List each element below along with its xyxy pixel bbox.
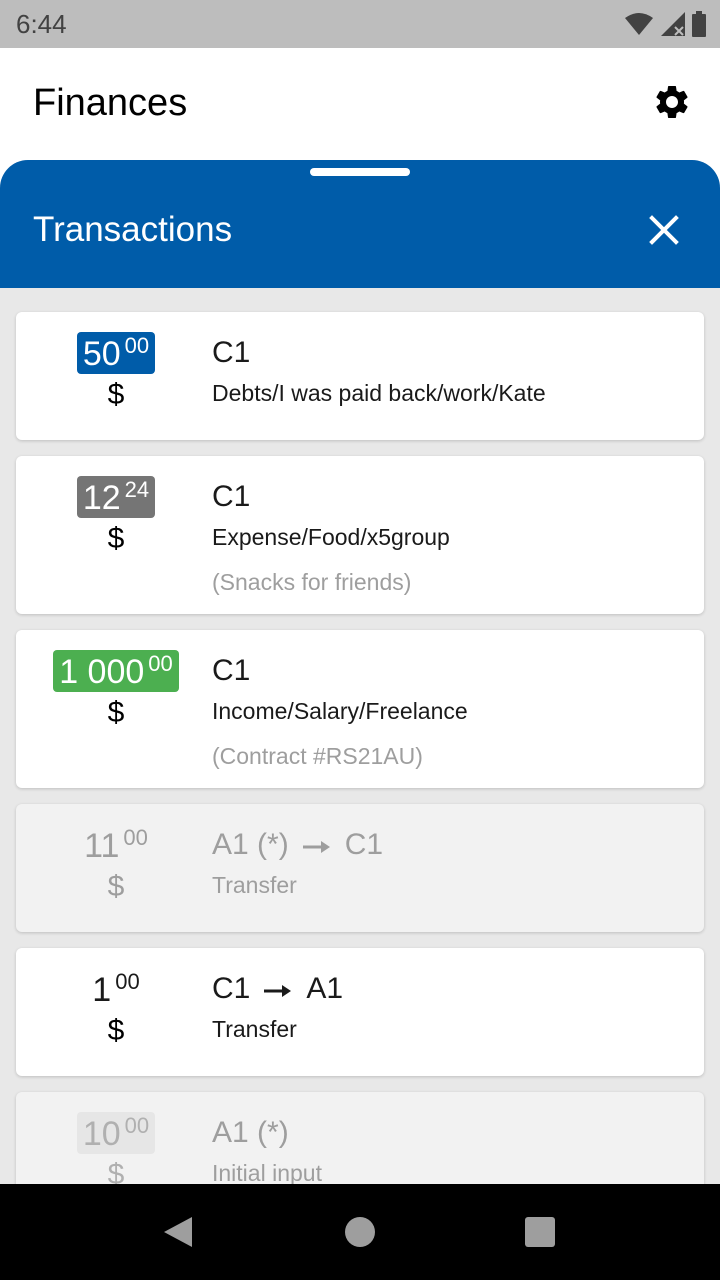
amount-badge: 12 24 [76, 476, 156, 518]
amount-badge: 10 00 [76, 1112, 156, 1154]
amount: 1 00 $ [36, 968, 196, 1048]
transaction-card[interactable]: 12 24 $ C1 Expense/Food/x5group (Snacks f… [16, 456, 704, 614]
note: (Contract #RS21AU) [212, 743, 423, 769]
transaction-list: 50 00 $ C1 Debts/I was paid back/work/Kat… [16, 312, 704, 1184]
amount: 50 00 $ [36, 332, 196, 412]
transaction-card[interactable]: 10 00 $ A1 (*) Initial input [16, 1092, 704, 1184]
category: Debts/I was paid back/work/Kate [212, 380, 546, 406]
transactions-sheet: Transactions 50 00 $ C1 Debts/I was paid … [0, 160, 720, 1184]
home-icon[interactable] [345, 1217, 375, 1247]
currency: $ [107, 870, 125, 903]
account: C1 [212, 336, 251, 369]
settings-button[interactable] [648, 80, 696, 128]
amount: 10 00 $ [36, 1112, 196, 1184]
amount-fraction: 00 [123, 825, 148, 850]
note: (Snacks for friends) [212, 569, 412, 595]
battery-icon [692, 11, 706, 37]
transaction-info: A1 (*) C1 Transfer [212, 828, 688, 899]
transfer-accounts: A1 (*) C1 [212, 828, 688, 862]
amount-integer: 50 [82, 335, 121, 373]
currency: $ [107, 378, 125, 411]
account: A1 (*) [212, 1116, 289, 1149]
status-time: 6:44 [16, 9, 67, 39]
navigation-bar [0, 1184, 720, 1280]
close-button[interactable] [640, 208, 688, 256]
transaction-info: C1 Debts/I was paid back/work/Kate [212, 336, 688, 407]
currency: $ [107, 1014, 125, 1047]
amount-integer: 1 000 [59, 653, 145, 691]
account-from: A1 (*) [212, 828, 289, 861]
amount-fraction: 00 [124, 333, 150, 358]
gear-icon [652, 82, 692, 127]
amount-badge: 1 000 00 [53, 650, 179, 692]
category: Initial input [212, 1160, 322, 1184]
status-icons [624, 10, 706, 38]
account: C1 [212, 480, 251, 513]
amount-badge: 11 00 [78, 824, 154, 866]
amount-integer: 12 [82, 479, 121, 517]
amount-fraction: 00 [148, 651, 173, 676]
account-from: C1 [212, 972, 251, 1005]
account: C1 [212, 654, 251, 687]
transaction-info: A1 (*) Initial input [212, 1116, 688, 1184]
amount-fraction: 00 [115, 969, 140, 994]
transaction-card[interactable]: 11 00 $ A1 (*) C1 Transfer [16, 804, 704, 932]
category: Transfer [212, 1016, 297, 1042]
amount: 12 24 $ [36, 476, 196, 556]
app-title: Finances [33, 82, 188, 124]
signal-icon [660, 11, 686, 37]
back-icon[interactable] [162, 1216, 194, 1248]
amount-integer: 10 [82, 1115, 121, 1153]
transaction-info: C1 A1 Transfer [212, 972, 688, 1043]
sheet-title: Transactions [33, 210, 233, 249]
category: Expense/Food/x5group [212, 524, 450, 550]
currency: $ [107, 696, 125, 729]
currency: $ [107, 522, 125, 555]
app-bar: Finances [0, 48, 720, 160]
transaction-info: C1 Income/Salary/Freelance (Contract #RS… [212, 654, 688, 770]
sheet-header: Transactions [0, 160, 720, 288]
amount-fraction: 00 [124, 1113, 150, 1138]
account-to: C1 [344, 828, 384, 861]
category: Transfer [212, 872, 297, 898]
amount-badge: 50 00 [76, 332, 156, 374]
transaction-card[interactable]: 1 00 $ C1 A1 Transfer [16, 948, 704, 1076]
account-to: A1 [306, 972, 344, 1005]
transaction-info: C1 Expense/Food/x5group (Snacks for frie… [212, 480, 688, 596]
arrow-right-icon [264, 972, 292, 1006]
arrow-right-icon [302, 828, 331, 862]
transaction-card[interactable]: 1 000 00 $ C1 Income/Salary/Freelance (Co… [16, 630, 704, 788]
currency: $ [107, 1158, 125, 1184]
drag-handle[interactable] [310, 168, 410, 176]
amount: 11 00 $ [36, 824, 196, 904]
transfer-accounts: C1 A1 [212, 972, 688, 1006]
transaction-card[interactable]: 50 00 $ C1 Debts/I was paid back/work/Kat… [16, 312, 704, 440]
amount-badge: 1 00 [86, 968, 145, 1010]
amount-integer: 11 [84, 827, 120, 865]
amount-integer: 1 [92, 971, 112, 1009]
status-bar: 6:44 [0, 0, 720, 48]
close-icon [648, 214, 680, 251]
amount-fraction: 24 [124, 477, 150, 502]
recents-icon[interactable] [525, 1217, 555, 1247]
wifi-icon [624, 12, 654, 36]
amount: 1 000 00 $ [36, 650, 196, 730]
category: Income/Salary/Freelance [212, 698, 468, 724]
